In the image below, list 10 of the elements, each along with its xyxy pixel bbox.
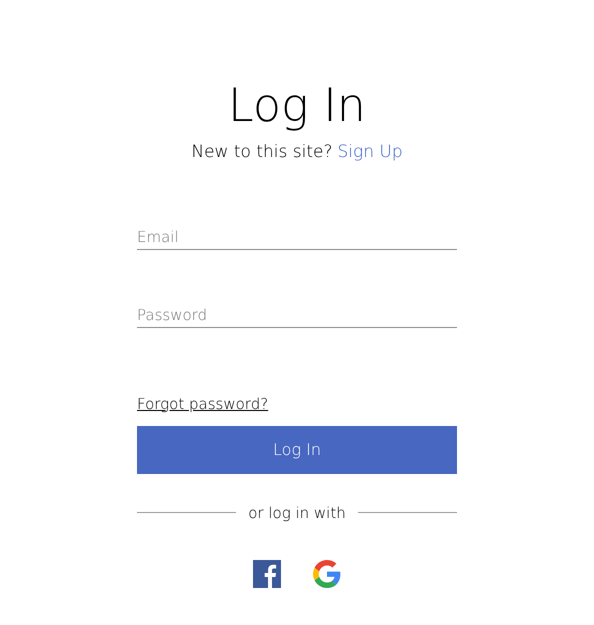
divider-text: or log in with xyxy=(248,502,346,524)
signup-prompt: New to this site? xyxy=(191,141,332,164)
google-button[interactable] xyxy=(313,560,341,588)
input-field[interactable]: Password xyxy=(137,304,457,328)
input-field[interactable]: Email xyxy=(137,226,457,250)
forgot-password-link[interactable]: Forgot password? xyxy=(137,394,268,412)
facebook-button[interactable] xyxy=(253,560,281,588)
page-title: Log In xyxy=(228,77,366,134)
login-button[interactable]: Log In xyxy=(137,426,457,474)
signup-link[interactable]: Sign Up xyxy=(337,140,403,166)
